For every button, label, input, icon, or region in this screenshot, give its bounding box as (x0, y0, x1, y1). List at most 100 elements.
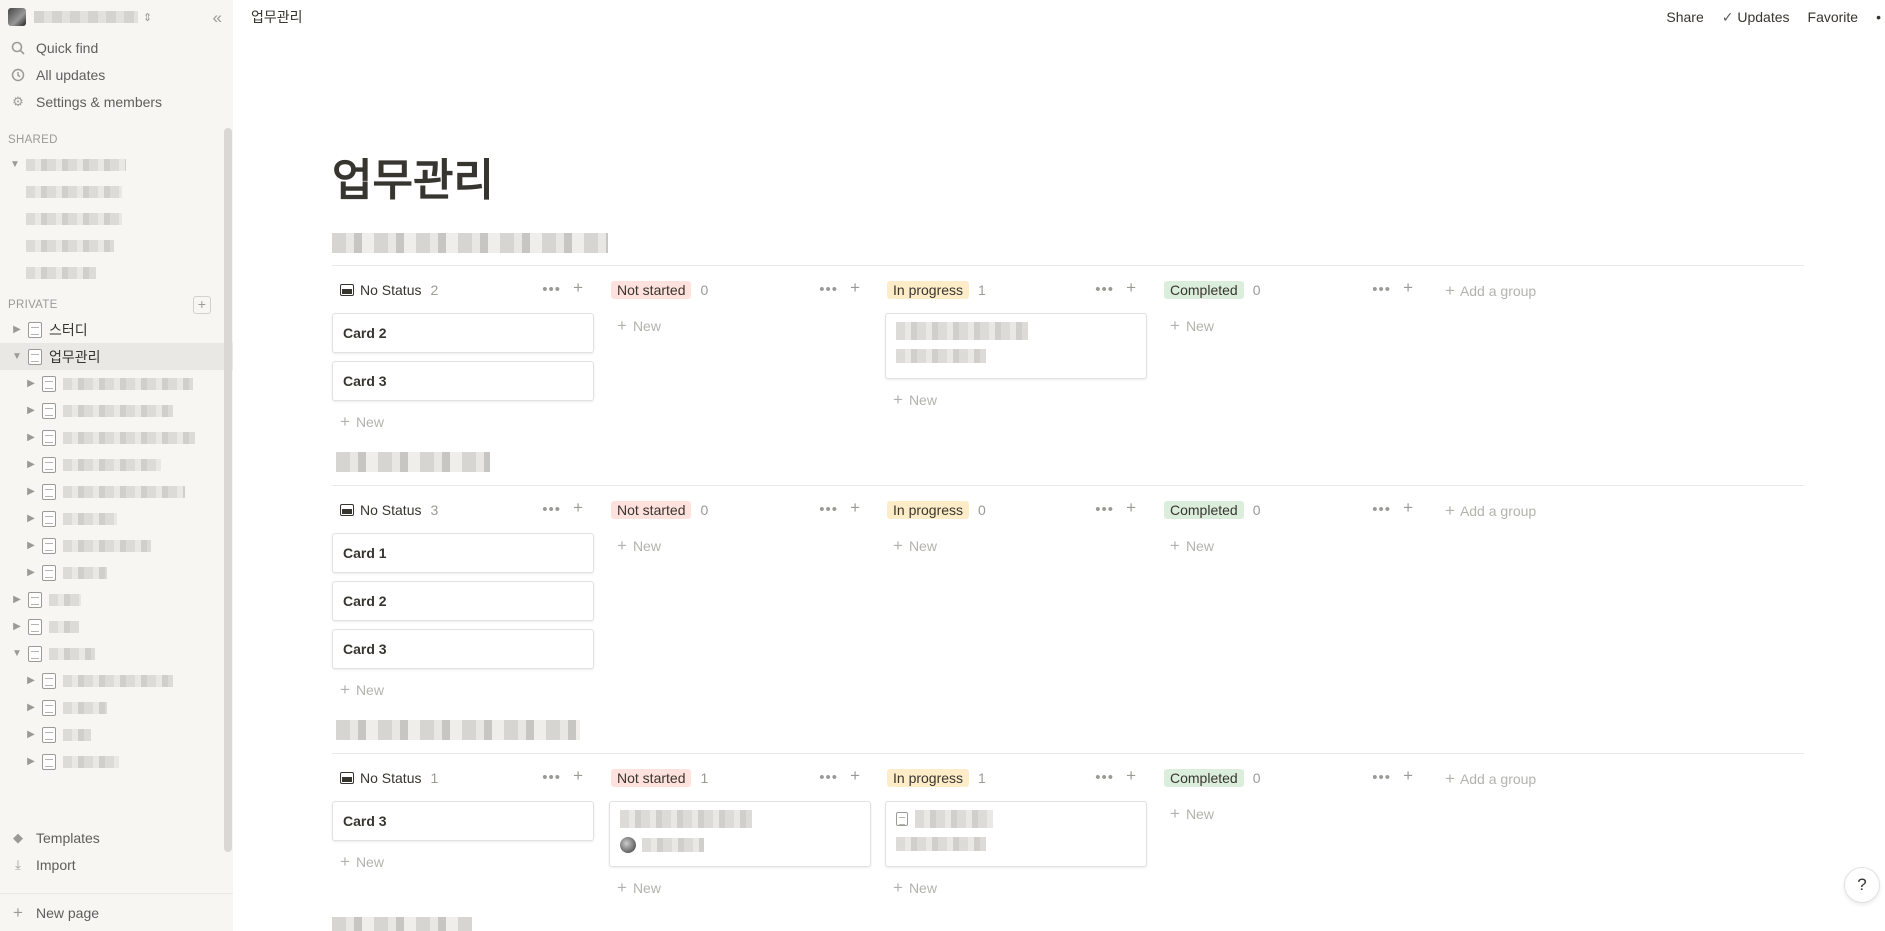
plus-icon[interactable]: + (1126, 279, 1137, 298)
board-card-redacted[interactable] (885, 801, 1147, 867)
new-card-button[interactable]: + New (1162, 529, 1424, 563)
plus-icon[interactable]: + (1403, 279, 1414, 298)
plus-icon[interactable]: + (1126, 767, 1137, 786)
board-card[interactable]: Card 3 (332, 801, 594, 841)
plus-icon[interactable]: + (850, 767, 861, 786)
subpage-redacted[interactable]: ▶ (0, 559, 233, 586)
more-dots-icon[interactable]: ••• (1372, 769, 1391, 786)
subpage-redacted[interactable]: ▶ (0, 694, 233, 721)
collapse-triangle-icon[interactable]: ▼ (10, 351, 24, 362)
add-group-button[interactable]: + Add a group (1445, 281, 1536, 301)
add-page-icon[interactable]: + (193, 296, 211, 314)
add-group-button[interactable]: + Add a group (1445, 501, 1536, 521)
templates-button[interactable]: ◆ Templates (0, 824, 233, 851)
new-card-button[interactable]: + New (332, 673, 594, 707)
more-dots-icon[interactable]: ••• (1372, 281, 1391, 298)
plus-icon[interactable]: + (850, 279, 861, 298)
plus-icon[interactable]: + (573, 767, 584, 786)
column-status-label[interactable]: Completed (1164, 501, 1244, 519)
board-view-title-redacted[interactable] (332, 917, 472, 931)
more-dots-icon[interactable]: ••• (542, 281, 561, 298)
plus-icon[interactable]: + (1403, 499, 1414, 518)
subpage-redacted[interactable]: ▶ (0, 532, 233, 559)
page-redacted[interactable]: ▶ (0, 586, 233, 613)
more-dots-icon[interactable]: ••• (1095, 769, 1114, 786)
new-card-button[interactable]: + New (1162, 797, 1424, 831)
board-view-title-redacted[interactable] (336, 452, 490, 472)
board-card-redacted[interactable] (609, 801, 871, 867)
board-view-title-redacted[interactable] (336, 720, 580, 740)
subpage-redacted[interactable]: ▶ (0, 505, 233, 532)
breadcrumb[interactable]: 업무관리 (251, 7, 303, 27)
column-status-label[interactable]: In progress (887, 501, 970, 519)
more-icon[interactable]: • (1876, 9, 1881, 25)
subpage-redacted[interactable]: ▶ (0, 397, 233, 424)
help-button[interactable]: ? (1844, 867, 1880, 903)
plus-icon[interactable]: + (1126, 499, 1137, 518)
import-button[interactable]: ⤓ Import (0, 851, 233, 878)
more-dots-icon[interactable]: ••• (1095, 281, 1114, 298)
share-button[interactable]: Share (1666, 9, 1703, 25)
subpage-redacted[interactable]: ▶ (0, 478, 233, 505)
new-card-button[interactable]: + New (609, 309, 871, 343)
sidebar-item-work[interactable]: ▼ 업무관리 (0, 343, 233, 370)
sidebar-scrollbar[interactable] (224, 128, 232, 852)
add-group-button[interactable]: + Add a group (1445, 769, 1536, 789)
collapse-sidebar-icon[interactable]: « (213, 8, 223, 28)
column-status-label[interactable]: In progress (887, 769, 970, 787)
board-card[interactable]: Card 1 (332, 533, 594, 573)
page-redacted[interactable]: ▼ (0, 640, 233, 667)
plus-icon[interactable]: + (573, 499, 584, 518)
column-status-label[interactable]: No Status (360, 770, 421, 786)
column-status-label[interactable]: Not started (611, 501, 692, 519)
more-dots-icon[interactable]: ••• (819, 281, 838, 298)
new-card-button[interactable]: + New (885, 529, 1147, 563)
workspace-switcher[interactable]: ⇕ (0, 0, 233, 34)
more-dots-icon[interactable]: ••• (542, 769, 561, 786)
all-updates-button[interactable]: All updates (0, 61, 233, 88)
new-card-button[interactable]: + New (885, 383, 1147, 417)
column-status-label[interactable]: Completed (1164, 769, 1244, 787)
quick-find-button[interactable]: Quick find (0, 34, 233, 61)
board-card[interactable]: Card 3 (332, 361, 594, 401)
new-card-button[interactable]: + New (609, 871, 871, 905)
plus-icon[interactable]: + (850, 499, 861, 518)
expand-triangle-icon[interactable]: ▶ (10, 324, 24, 335)
subpage-redacted[interactable]: ▶ (0, 748, 233, 775)
column-status-label[interactable]: Not started (611, 769, 692, 787)
board-card[interactable]: Card 2 (332, 313, 594, 353)
shared-page-redacted[interactable]: ▼ (0, 151, 233, 178)
plus-icon[interactable]: + (573, 279, 584, 298)
new-card-button[interactable]: + New (1162, 309, 1424, 343)
column-status-label[interactable]: Not started (611, 281, 692, 299)
board-card[interactable]: Card 2 (332, 581, 594, 621)
column-status-label[interactable]: No Status (360, 502, 421, 518)
subpage-redacted[interactable]: ▶ (0, 667, 233, 694)
sidebar-item-study[interactable]: ▶ 스터디 (0, 316, 233, 343)
more-dots-icon[interactable]: ••• (1095, 501, 1114, 518)
new-card-button[interactable]: + New (885, 871, 1147, 905)
board-card-redacted[interactable] (885, 313, 1147, 379)
column-status-label[interactable]: No Status (360, 282, 421, 298)
plus-icon[interactable]: + (1403, 767, 1414, 786)
new-card-button[interactable]: + New (609, 529, 871, 563)
new-card-button[interactable]: + New (332, 845, 594, 879)
more-dots-icon[interactable]: ••• (542, 501, 561, 518)
board-view-title-redacted[interactable] (332, 233, 608, 253)
column-status-label[interactable]: In progress (887, 281, 970, 299)
board-card[interactable]: Card 3 (332, 629, 594, 669)
more-dots-icon[interactable]: ••• (1372, 501, 1391, 518)
expand-triangle-icon[interactable]: ▼ (8, 159, 22, 170)
new-card-button[interactable]: + New (332, 405, 594, 439)
subpage-redacted[interactable]: ▶ (0, 370, 233, 397)
new-page-button[interactable]: + New page (0, 893, 233, 931)
subpage-redacted[interactable]: ▶ (0, 451, 233, 478)
settings-button[interactable]: ⚙ Settings & members (0, 88, 233, 115)
column-status-label[interactable]: Completed (1164, 281, 1244, 299)
more-dots-icon[interactable]: ••• (819, 769, 838, 786)
favorite-button[interactable]: Favorite (1808, 9, 1859, 25)
subpage-redacted[interactable]: ▶ (0, 721, 233, 748)
more-dots-icon[interactable]: ••• (819, 501, 838, 518)
page-redacted[interactable]: ▶ (0, 613, 233, 640)
subpage-redacted[interactable]: ▶ (0, 424, 233, 451)
